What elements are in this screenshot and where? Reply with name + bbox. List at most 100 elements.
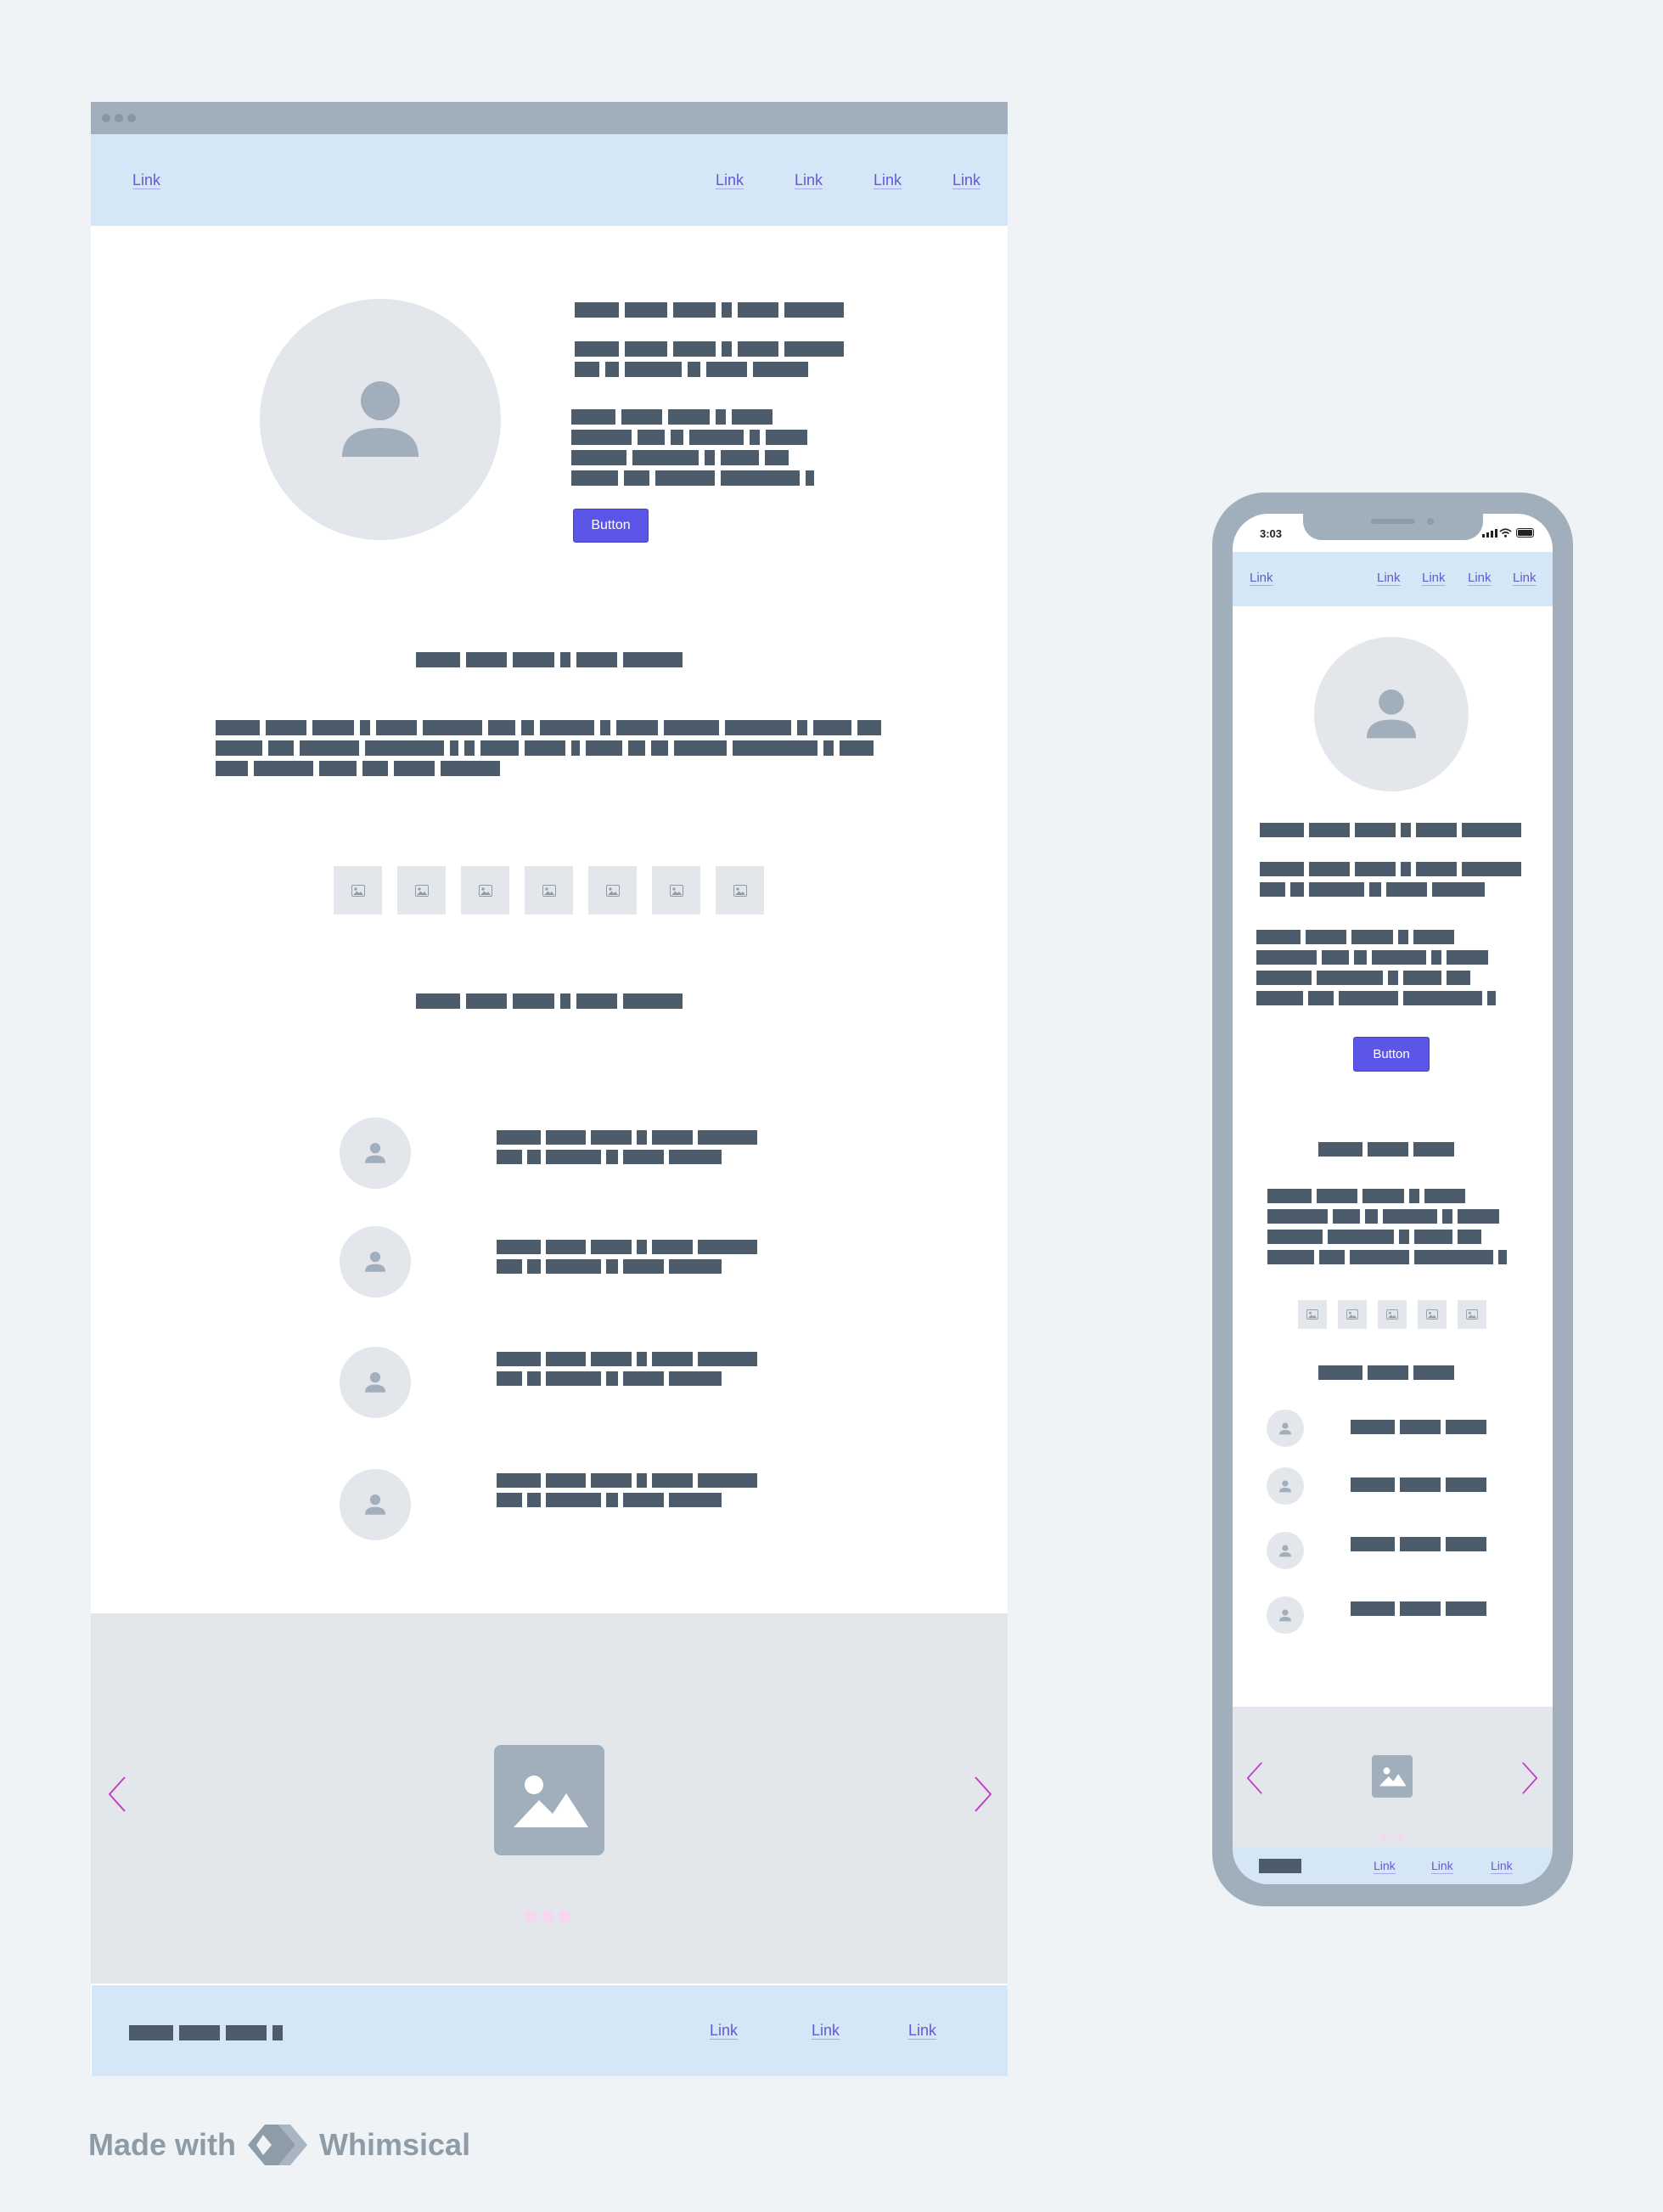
nav-link-2[interactable]: Link [795,172,823,189]
phone-footer: Link Link Link [1233,1847,1553,1884]
gallery-thumbnail[interactable] [525,866,573,915]
carousel-prev-button[interactable] [104,1773,130,1815]
person-icon [1279,1422,1291,1434]
nav-link-3[interactable]: Link [874,172,902,189]
phone-gallery-thumbnail[interactable] [1458,1300,1486,1329]
phone-list-item-text [1351,1420,1486,1434]
phone-carousel-next-button[interactable] [1520,1759,1540,1797]
footer-link-2[interactable]: Link [812,2022,840,2040]
image-icon [1426,1309,1438,1320]
phone-section-heading-text [1318,1142,1454,1157]
battery-icon [1516,528,1534,538]
section-heading-text [416,993,683,1009]
phone-footer-link-2[interactable]: Link [1431,1859,1453,1872]
phone-nav-link-1[interactable]: Link [1377,571,1401,585]
phone-list-item-avatar [1267,1410,1304,1447]
speaker [1371,519,1415,524]
section-heading-text [416,652,683,667]
footer-logo-text [129,2025,283,2040]
brand-name: Whimsical [319,2127,471,2162]
hero-paragraph-text [571,450,789,465]
status-time: 3:03 [1260,527,1283,540]
footer-link-3[interactable]: Link [908,2022,936,2040]
hero-subtitle-text [575,362,808,377]
hero-button[interactable]: Button [573,509,649,543]
pagination-dot[interactable] [525,1911,537,1922]
phone-carousel-image [1372,1755,1413,1798]
footer-link-1[interactable]: Link [710,2022,738,2040]
phone-list-item-text [1351,1477,1486,1492]
phone-nav-link-4[interactable]: Link [1513,571,1537,585]
pagination-dot[interactable] [559,1911,570,1922]
chevron-left-icon [108,1776,126,1812]
list-item-avatar [340,1469,411,1540]
phone-nav-link-3[interactable]: Link [1468,571,1492,585]
phone-hero-paragraph-text [1256,950,1488,965]
made-with-whimsical: Made with Whimsical [88,2123,470,2167]
pagination-dot[interactable] [542,1911,553,1922]
person-icon [1279,1609,1291,1621]
image-icon [1306,1309,1318,1320]
phone-footer-link-3[interactable]: Link [1491,1859,1513,1872]
nav-link-1[interactable]: Link [716,172,744,189]
gallery-thumbnail[interactable] [652,866,700,915]
person-icon [1367,689,1416,739]
nav-link-home[interactable]: Link [132,172,160,189]
mobile-wireframe: 3:03 Link Link Link Link Link Button Lin… [1212,492,1573,1906]
gallery-thumbnail[interactable] [334,866,382,915]
list-item-text [497,1352,757,1366]
whimsical-logo-icon [248,2125,308,2165]
image-icon [1379,1767,1407,1787]
phone-carousel-pagination [1381,1834,1403,1839]
phone-hero-button[interactable]: Button [1353,1037,1430,1072]
image-icon [669,884,683,897]
phone-gallery-thumbnail[interactable] [1418,1300,1447,1329]
gallery-thumbnail[interactable] [461,866,509,915]
image-icon [542,884,556,897]
phone-hero-paragraph-text [1256,930,1454,944]
gallery-thumbnail[interactable] [397,866,446,915]
image-icon [733,884,747,897]
carousel-next-button[interactable] [970,1773,996,1815]
phone-image-carousel [1233,1707,1553,1847]
pagination-dot[interactable] [1390,1834,1395,1839]
phone-notch [1303,514,1483,540]
phone-list-item-text [1351,1537,1486,1551]
carousel-pagination [525,1911,570,1922]
desktop-wireframe: Link Link Link Link Link Button Link Lin… [91,102,1008,2076]
phone-nav-link-home[interactable]: Link [1250,571,1273,585]
camera [1427,518,1434,525]
gallery-thumbnail[interactable] [588,866,637,915]
image-icon [351,884,365,897]
phone-gallery-thumbnail[interactable] [1298,1300,1327,1329]
image-icon [514,1776,588,1827]
section-paragraph-text [216,740,874,756]
phone-nav-link-2[interactable]: Link [1422,571,1446,585]
brand-prefix: Made with [88,2127,237,2162]
phone-list-item-text [1351,1601,1486,1616]
image-icon [1386,1309,1398,1320]
phone-section-paragraph-text [1267,1230,1481,1244]
chevron-left-icon [1246,1762,1262,1794]
phone-list-item-avatar [1267,1596,1304,1634]
image-icon [414,884,429,897]
pagination-dot[interactable] [1381,1834,1386,1839]
nav-link-4[interactable]: Link [952,172,980,189]
phone-carousel-prev-button[interactable] [1244,1759,1265,1797]
pagination-dot[interactable] [1398,1834,1403,1839]
phone-list-item-avatar [1267,1467,1304,1505]
person-icon [1279,1480,1291,1492]
section-paragraph-text [216,761,500,776]
person-icon [365,1494,385,1515]
signal-icon [1482,529,1497,538]
image-carousel [91,1613,1008,1984]
phone-section-paragraph-text [1267,1209,1499,1224]
phone-list-item-avatar [1267,1532,1304,1569]
gallery-thumbnail[interactable] [716,866,764,915]
browser-chrome [91,102,1008,134]
phone-gallery-thumbnail[interactable] [1378,1300,1407,1329]
hero-paragraph-text [571,470,814,486]
section-paragraph-text [216,720,881,735]
phone-footer-link-1[interactable]: Link [1374,1859,1396,1872]
phone-gallery-thumbnail[interactable] [1338,1300,1367,1329]
